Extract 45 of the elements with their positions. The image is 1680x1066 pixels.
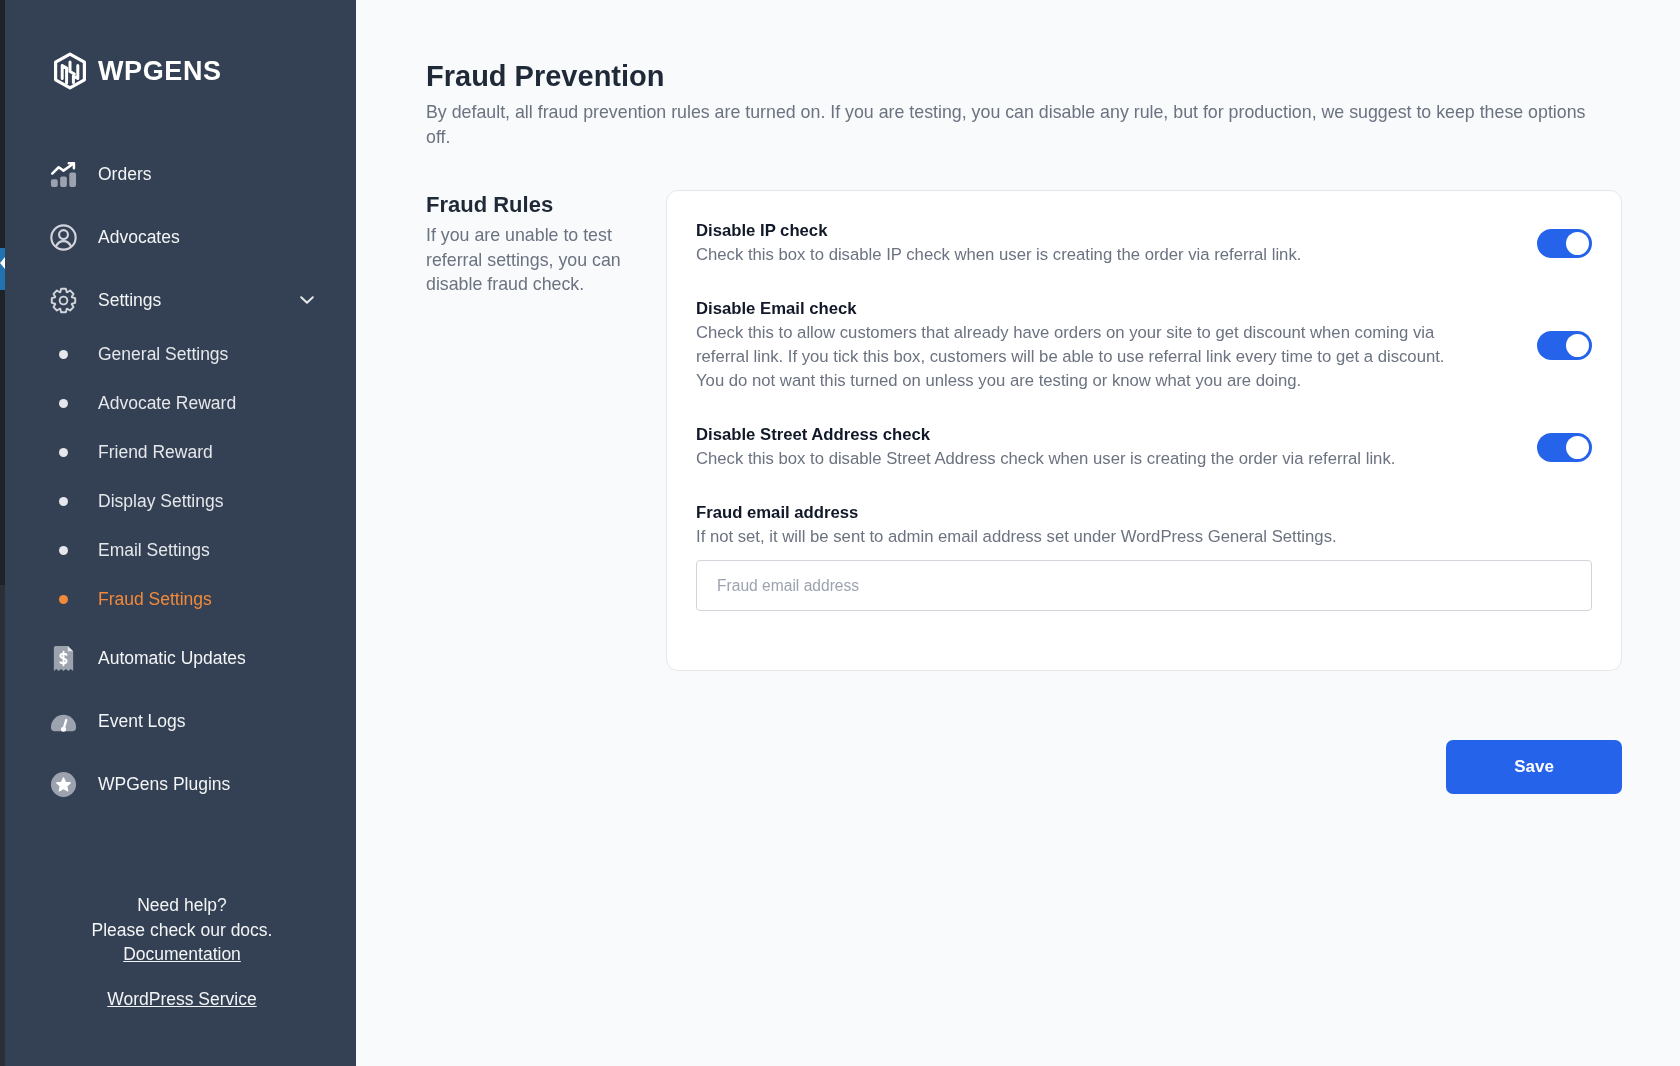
bullet-icon <box>59 350 68 359</box>
field-description: If not set, it will be sent to admin email address set under WordPress General Settings. <box>696 526 1338 548</box>
bar-chart-icon <box>50 160 77 188</box>
bullet-icon <box>59 448 68 457</box>
submenu-item[interactable]: Advocate Reward <box>50 379 314 428</box>
help-link[interactable]: WordPress Service <box>107 986 257 1011</box>
page-title: Fraud Prevention <box>426 59 666 94</box>
bullet-icon <box>59 595 68 604</box>
toggle-switch[interactable] <box>1537 330 1592 360</box>
help-link[interactable]: Documentation <box>123 942 241 967</box>
gear-icon <box>50 286 77 314</box>
field-label: Fraud email address <box>696 502 860 524</box>
brand-name: WPGENS <box>98 55 222 88</box>
nav-item[interactable]: Event Logs <box>50 701 314 741</box>
toggle-switch[interactable] <box>1537 228 1592 258</box>
nav-item[interactable]: Advocates <box>50 217 314 257</box>
nav-item[interactable]: WPGens Plugins <box>50 764 314 804</box>
rule-title: Disable Email check <box>696 298 858 320</box>
submenu-item[interactable]: Friend Reward <box>50 428 314 477</box>
submenu-item[interactable]: Fraud Settings <box>50 575 314 624</box>
help-title: Need help? <box>137 894 227 917</box>
page-description: By default, all fraud prevention rules are turned on. If you are testing, you can disable any rule, but for production, we suggest to keep these options off. <box>426 101 1587 149</box>
logo-icon <box>53 52 87 90</box>
submenu-item[interactable]: Email Settings <box>50 526 314 575</box>
nav-item[interactable]: Orders <box>50 154 314 194</box>
section-title: Fraud Rules <box>426 191 555 219</box>
bullet-icon <box>59 399 68 408</box>
rule-description: Check this box to disable IP check when user is creating the order via referral link. <box>696 244 1302 266</box>
email-input[interactable]: Fraud email address <box>696 560 1592 611</box>
save-button[interactable]: Save <box>1446 740 1622 794</box>
user-circle-icon <box>50 223 77 251</box>
help-text: Please check our docs. <box>91 918 273 942</box>
nav-item[interactable]: Automatic Updates <box>50 638 314 678</box>
section-description: If you are unable to test referral settings, you can disable fraud check. <box>426 224 622 296</box>
toggle-switch[interactable] <box>1537 432 1592 462</box>
rule-title: Disable Street Address check <box>696 424 932 446</box>
submenu-item[interactable]: Display Settings <box>50 477 314 526</box>
rule-title: Disable IP check <box>696 220 829 242</box>
submenu-item[interactable]: General Settings <box>50 330 314 379</box>
nav-item[interactable]: Settings <box>50 280 314 320</box>
rule-description: Check this to allow customers that already have orders on your site to get discount when coming via referral link. If you tick this box, customers will be able to use referral link every time to get a discount. You do not want this turned on unless you are testing or know what you are doing. <box>696 322 1446 392</box>
rule-description: Check this box to disable Street Address check when user is creating the order via referral link. <box>696 448 1396 470</box>
bullet-icon <box>59 546 68 555</box>
bullet-icon <box>59 497 68 506</box>
menu-marker-icon <box>0 248 5 290</box>
